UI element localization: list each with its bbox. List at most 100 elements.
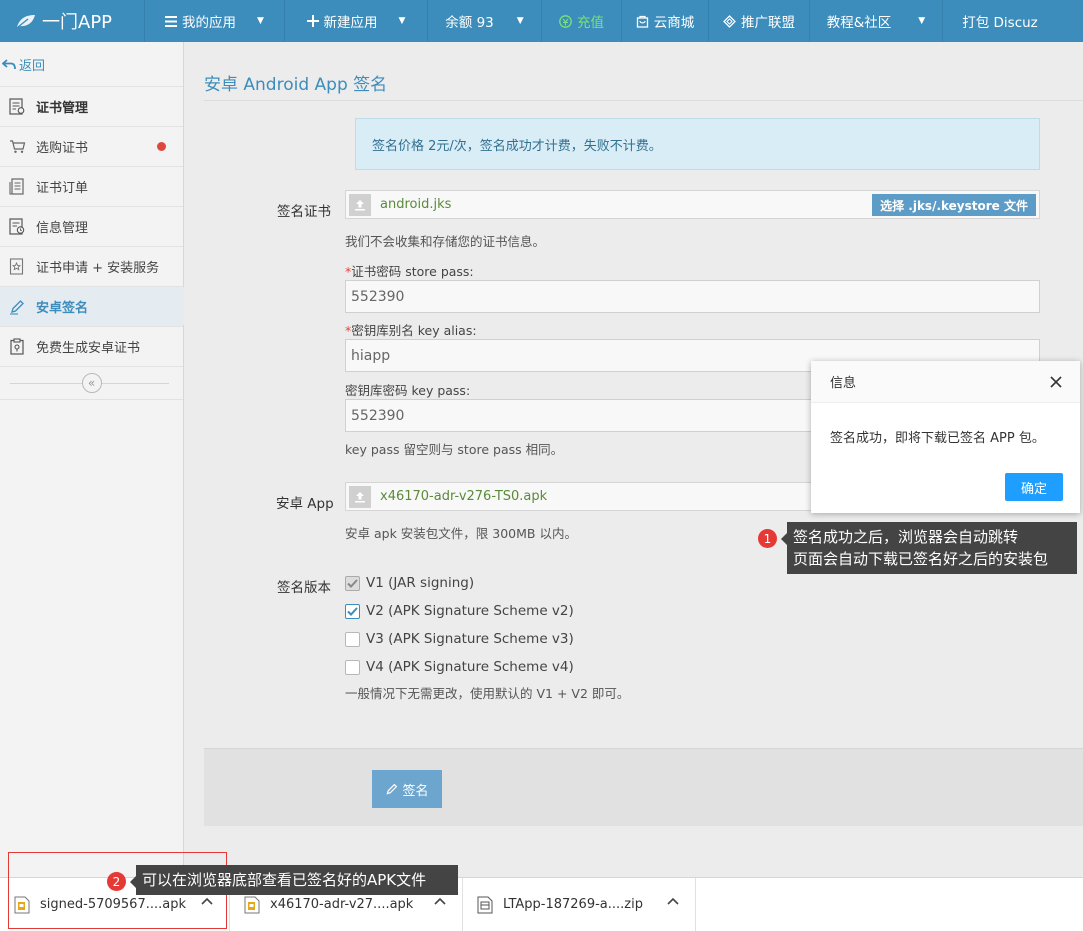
store-pass-input[interactable]: 552390	[345, 280, 1040, 313]
caret-down-icon: ▼	[918, 16, 926, 26]
annotation-1-line1: 签名成功之后，浏览器会自动跳转	[793, 528, 1019, 546]
dialog-title: 信息	[830, 376, 857, 391]
sidebar-item-label: 证书订单	[36, 181, 89, 196]
nav-tutorial-label: 教程&社区	[826, 15, 892, 31]
sidebar-item-buy-cert[interactable]: 选购证书	[0, 126, 183, 166]
pick-keystore-button[interactable]: 选择 .jks/.keystore 文件	[872, 194, 1036, 216]
menu-icon	[165, 15, 178, 27]
brand-logo[interactable]: 一门APP	[0, 0, 145, 42]
nav-new-app[interactable]: 新建应用 ▼	[285, 0, 428, 42]
recharge-icon	[559, 14, 572, 28]
star-doc-icon	[8, 258, 26, 276]
sidebar-item-cert-apply[interactable]: 证书申请 + 安装服务	[0, 246, 183, 286]
nav-affiliate[interactable]: 推广联盟	[709, 0, 810, 42]
cert-filename: android.jks	[380, 197, 452, 212]
bag-icon	[636, 15, 648, 28]
sidebar-item-label: 选购证书	[36, 141, 89, 156]
sidebar-item-cert-manage[interactable]: 证书管理	[0, 86, 183, 126]
clipboard-icon	[8, 338, 26, 356]
version-help: 一般情况下无需更改，使用默认的 V1 + V2 即可。	[345, 686, 630, 701]
caret-down-icon: ▼	[516, 16, 524, 26]
back-link[interactable]: 返回	[0, 42, 183, 86]
info-manage-icon	[8, 218, 26, 236]
nav-recharge[interactable]: 充值	[542, 0, 622, 42]
nav-balance-label: 余额 93	[445, 15, 494, 31]
back-label: 返回	[19, 58, 46, 74]
key-alias-label: *密钥库别名 key alias:	[345, 323, 477, 338]
nav-balance[interactable]: 余额 93 ▼	[428, 0, 542, 42]
version-label: 签名版本	[277, 580, 331, 596]
apk-help: 安卓 apk 安装包文件，限 300MB 以内。	[345, 526, 577, 541]
dialog-ok-button[interactable]: 确定	[1005, 473, 1063, 501]
checkbox-v1[interactable]: V1 (JAR signing)	[345, 575, 474, 591]
brand-name: 一门APP	[42, 12, 113, 33]
page-title: 安卓 Android App 签名	[204, 75, 388, 95]
leaf-logo-icon	[17, 15, 35, 28]
sidebar-item-info-manage[interactable]: 信息管理	[0, 206, 183, 246]
info-dialog: 信息 签名成功，即将下载已签名 APP 包。 确定	[811, 361, 1080, 513]
order-icon	[8, 178, 26, 196]
nav-tutorial-community[interactable]: 教程&社区 ▼	[810, 0, 943, 42]
sidebar-item-label: 证书管理	[36, 101, 89, 116]
sidebar-item-cert-orders[interactable]: 证书订单	[0, 166, 183, 206]
download-filename: x46170-adr-v27....apk	[270, 897, 414, 912]
nav-cloud-store[interactable]: 云商城	[622, 0, 709, 42]
checkbox-v1-label: V1 (JAR signing)	[366, 575, 475, 591]
zip-file-icon	[477, 896, 493, 913]
sidebar-collapse-row: «	[0, 366, 183, 400]
certificate-icon	[8, 98, 26, 116]
nav-cloud-store-label: 云商城	[653, 15, 695, 31]
checkbox-v3-label: V3 (APK Signature Scheme v3)	[366, 631, 574, 647]
checkbox-v4[interactable]: V4 (APK Signature Scheme v4)	[345, 659, 574, 675]
apk-filename: x46170-adr-v276-TS0.apk	[380, 489, 548, 504]
annotation-2: 可以在浏览器底部查看已签名好的APK文件	[136, 865, 458, 895]
annotation-1-line2: 页面会自动下载已签名好之后的安装包	[793, 550, 1049, 568]
form-footer: 签名	[204, 748, 1083, 826]
dialog-header: 信息	[811, 361, 1080, 403]
upload-icon	[349, 193, 371, 216]
cert-label: 签名证书	[277, 204, 331, 220]
key-pass-label: 密钥库密码 key pass:	[345, 383, 471, 398]
sidebar-item-label: 信息管理	[36, 221, 89, 236]
close-icon[interactable]	[1049, 375, 1063, 389]
price-notice: 签名价格 2元/次，签名成功才计费，失败不计费。	[355, 118, 1040, 170]
upload-icon	[349, 485, 371, 508]
key-pass-help: key pass 留空则与 store pass 相同。	[345, 442, 564, 457]
checkbox-v2-label: V2 (APK Signature Scheme v2)	[366, 603, 574, 619]
checkbox-checked-icon	[345, 575, 360, 591]
nav-recharge-label: 充值	[577, 15, 604, 31]
sidebar-item-android-sign[interactable]: 安卓签名	[0, 286, 193, 326]
chevron-up-icon[interactable]	[434, 897, 446, 905]
double-chevron-left-icon[interactable]: «	[81, 373, 102, 393]
store-pass-label: *证书密码 store pass:	[345, 264, 474, 279]
annotation-badge-2: 2	[107, 872, 126, 891]
app-label: 安卓 App	[276, 496, 334, 512]
caret-down-icon: ▼	[257, 16, 264, 26]
checkbox-v2[interactable]: V2 (APK Signature Scheme v2)	[345, 603, 574, 619]
notification-dot	[157, 142, 166, 151]
top-navbar: 一门APP 我的应用 ▼ 新建应用 ▼ 余额 93 ▼ 充值 云商城 推广联盟 …	[0, 0, 1083, 42]
checkbox-unchecked-icon	[345, 659, 360, 675]
back-arrow-icon	[2, 58, 16, 69]
cert-help: 我们不会收集和存储您的证书信息。	[345, 234, 546, 249]
sidebar-item-free-cert[interactable]: 免费生成安卓证书	[0, 326, 183, 366]
nav-pack-discuz-label: 打包 Discuz	[962, 15, 1038, 31]
caret-down-icon: ▼	[398, 16, 406, 26]
cert-file-picker[interactable]: android.jks 选择 .jks/.keystore 文件	[345, 190, 1040, 219]
pen-icon	[8, 298, 26, 316]
dialog-message: 签名成功，即将下载已签名 APP 包。	[830, 431, 1045, 446]
checkbox-checked-icon	[345, 603, 360, 619]
annotation-badge-1: 1	[758, 529, 777, 548]
download-item-zip[interactable]: LTApp-187269-a....zip	[463, 878, 696, 931]
apk-file-icon	[244, 896, 260, 913]
sidebar-item-label: 证书申请 + 安装服务	[36, 261, 160, 276]
pen-icon	[387, 783, 398, 794]
nav-my-apps[interactable]: 我的应用 ▼	[145, 0, 285, 42]
sign-button-label: 签名	[402, 783, 429, 799]
chevron-up-icon[interactable]	[667, 897, 679, 905]
checkbox-v3[interactable]: V3 (APK Signature Scheme v3)	[345, 631, 574, 647]
nav-pack-discuz[interactable]: 打包 Discuz	[943, 0, 1057, 42]
sign-button[interactable]: 签名	[372, 770, 442, 808]
diamond-icon	[723, 14, 736, 28]
cart-icon	[8, 138, 26, 156]
